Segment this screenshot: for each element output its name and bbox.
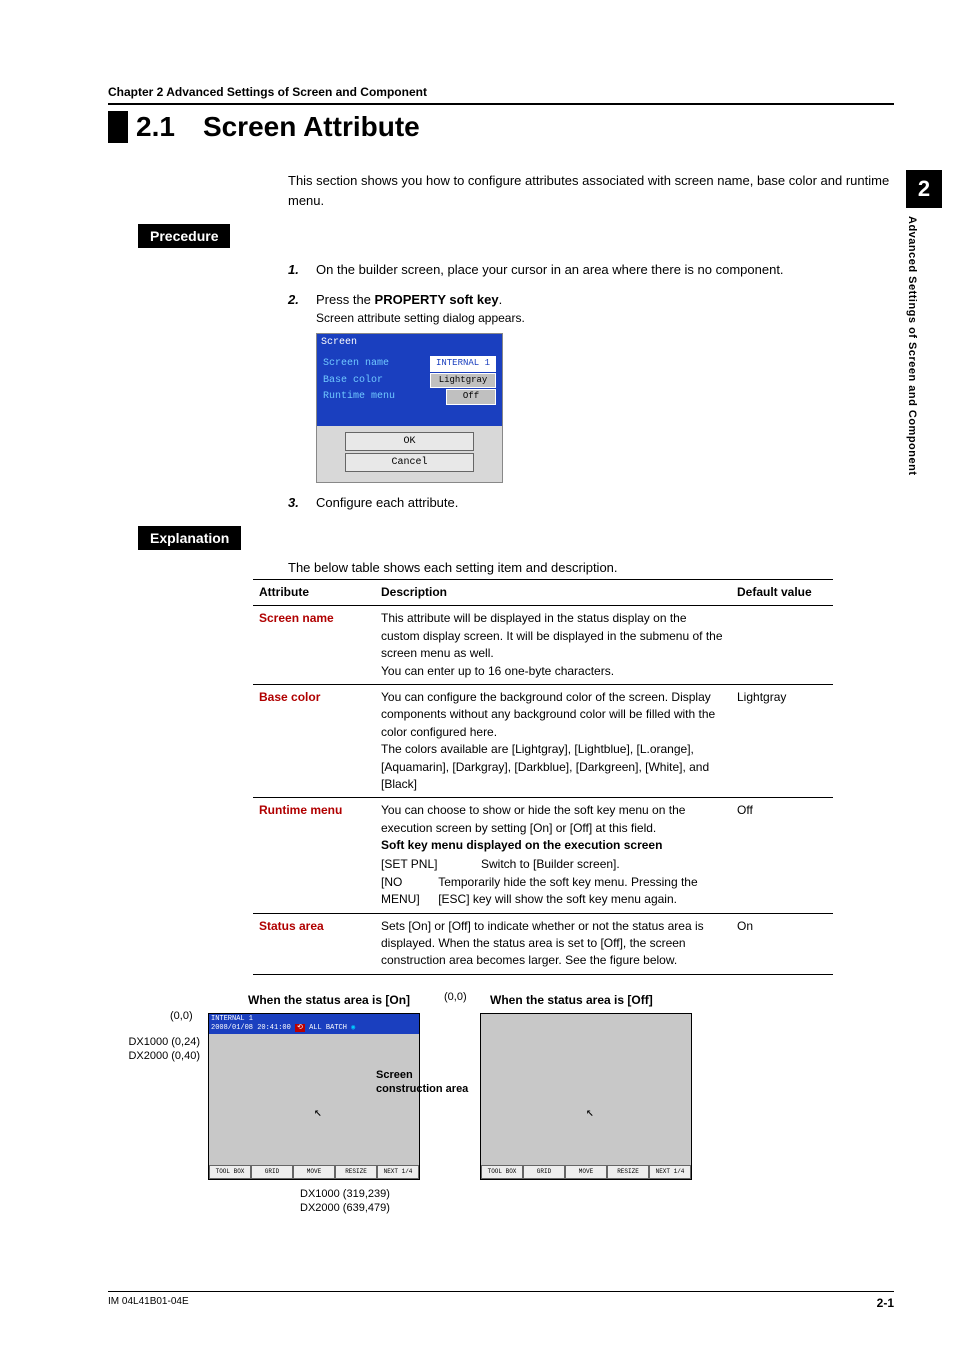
heading-number: 2.1 <box>136 111 175 143</box>
screen-name-field[interactable]: INTERNAL 1 <box>430 356 496 372</box>
coord-label: DX1000 (319,239)DX2000 (639,479) <box>300 1187 470 1216</box>
heading-title: Screen Attribute <box>203 111 420 143</box>
fig-on-title: When the status area is [On] <box>248 993 420 1007</box>
intro-paragraph: This section shows you how to configure … <box>288 171 894 210</box>
table-row: Screen name This attribute will be displ… <box>253 606 833 685</box>
cursor-icon: ↖ <box>586 1105 594 1120</box>
table-row: Base color You can configure the backgro… <box>253 684 833 797</box>
mock-screen-off: ↖ TOOL BOXGRIDMOVERESIZENEXT 1/4 <box>480 1013 692 1180</box>
ok-button[interactable]: OK <box>345 432 474 451</box>
table-row: Status area Sets [On] or [Off] to indica… <box>253 913 833 974</box>
page-footer: IM 04L41B01-04E 2-1 <box>108 1291 894 1310</box>
table-intro: The below table shows each setting item … <box>288 560 894 575</box>
dialog-title: Screen <box>317 334 502 351</box>
step-3: 3.Configure each attribute. <box>288 493 894 513</box>
coord-label: DX1000 (0,24)DX2000 (0,40) <box>104 1035 200 1064</box>
figures: When the status area is [On] (0,0) DX100… <box>208 993 894 1180</box>
softkeys: TOOL BOXGRIDMOVERESIZENEXT 1/4 <box>209 1165 419 1179</box>
screen-construction-area-label: Screen construction area <box>376 1068 476 1097</box>
step-1: 1.On the builder screen, place your curs… <box>288 260 894 280</box>
attribute-table: Attribute Description Default value Scre… <box>253 579 833 975</box>
precedure-label: Precedure <box>138 224 894 248</box>
cancel-button[interactable]: Cancel <box>345 453 474 472</box>
explanation-label: Explanation <box>138 526 894 550</box>
chapter-title-vertical: Advanced Settings of Screen and Componen… <box>906 216 918 475</box>
th-default: Default value <box>731 580 833 606</box>
page-number: 2-1 <box>877 1296 894 1310</box>
fig-off-title: When the status area is [Off] <box>490 993 692 1007</box>
section-heading: 2.1 Screen Attribute <box>108 111 894 143</box>
doc-id: IM 04L41B01-04E <box>108 1296 189 1310</box>
coord-label: (0,0) <box>444 991 467 1003</box>
chapter-number-tab: 2 <box>906 170 942 208</box>
side-tab: 2 Advanced Settings of Screen and Compon… <box>906 170 942 475</box>
runtime-menu-field[interactable]: Off <box>446 389 496 405</box>
softkeys: TOOL BOXGRIDMOVERESIZENEXT 1/4 <box>481 1165 691 1179</box>
th-attribute: Attribute <box>253 580 375 606</box>
base-color-field[interactable]: Lightgray <box>430 373 496 389</box>
screen-attribute-dialog: Screen Screen nameINTERNAL 1 Base colorL… <box>316 333 503 483</box>
step-2: 2. Press the PROPERTY soft key. Screen a… <box>288 290 894 483</box>
th-description: Description <box>375 580 731 606</box>
cursor-icon: ↖ <box>314 1105 322 1120</box>
heading-marker <box>108 111 128 143</box>
chapter-header: Chapter 2 Advanced Settings of Screen an… <box>108 85 894 105</box>
table-row: Runtime menu You can choose to show or h… <box>253 798 833 913</box>
coord-label: (0,0) <box>170 1010 193 1022</box>
